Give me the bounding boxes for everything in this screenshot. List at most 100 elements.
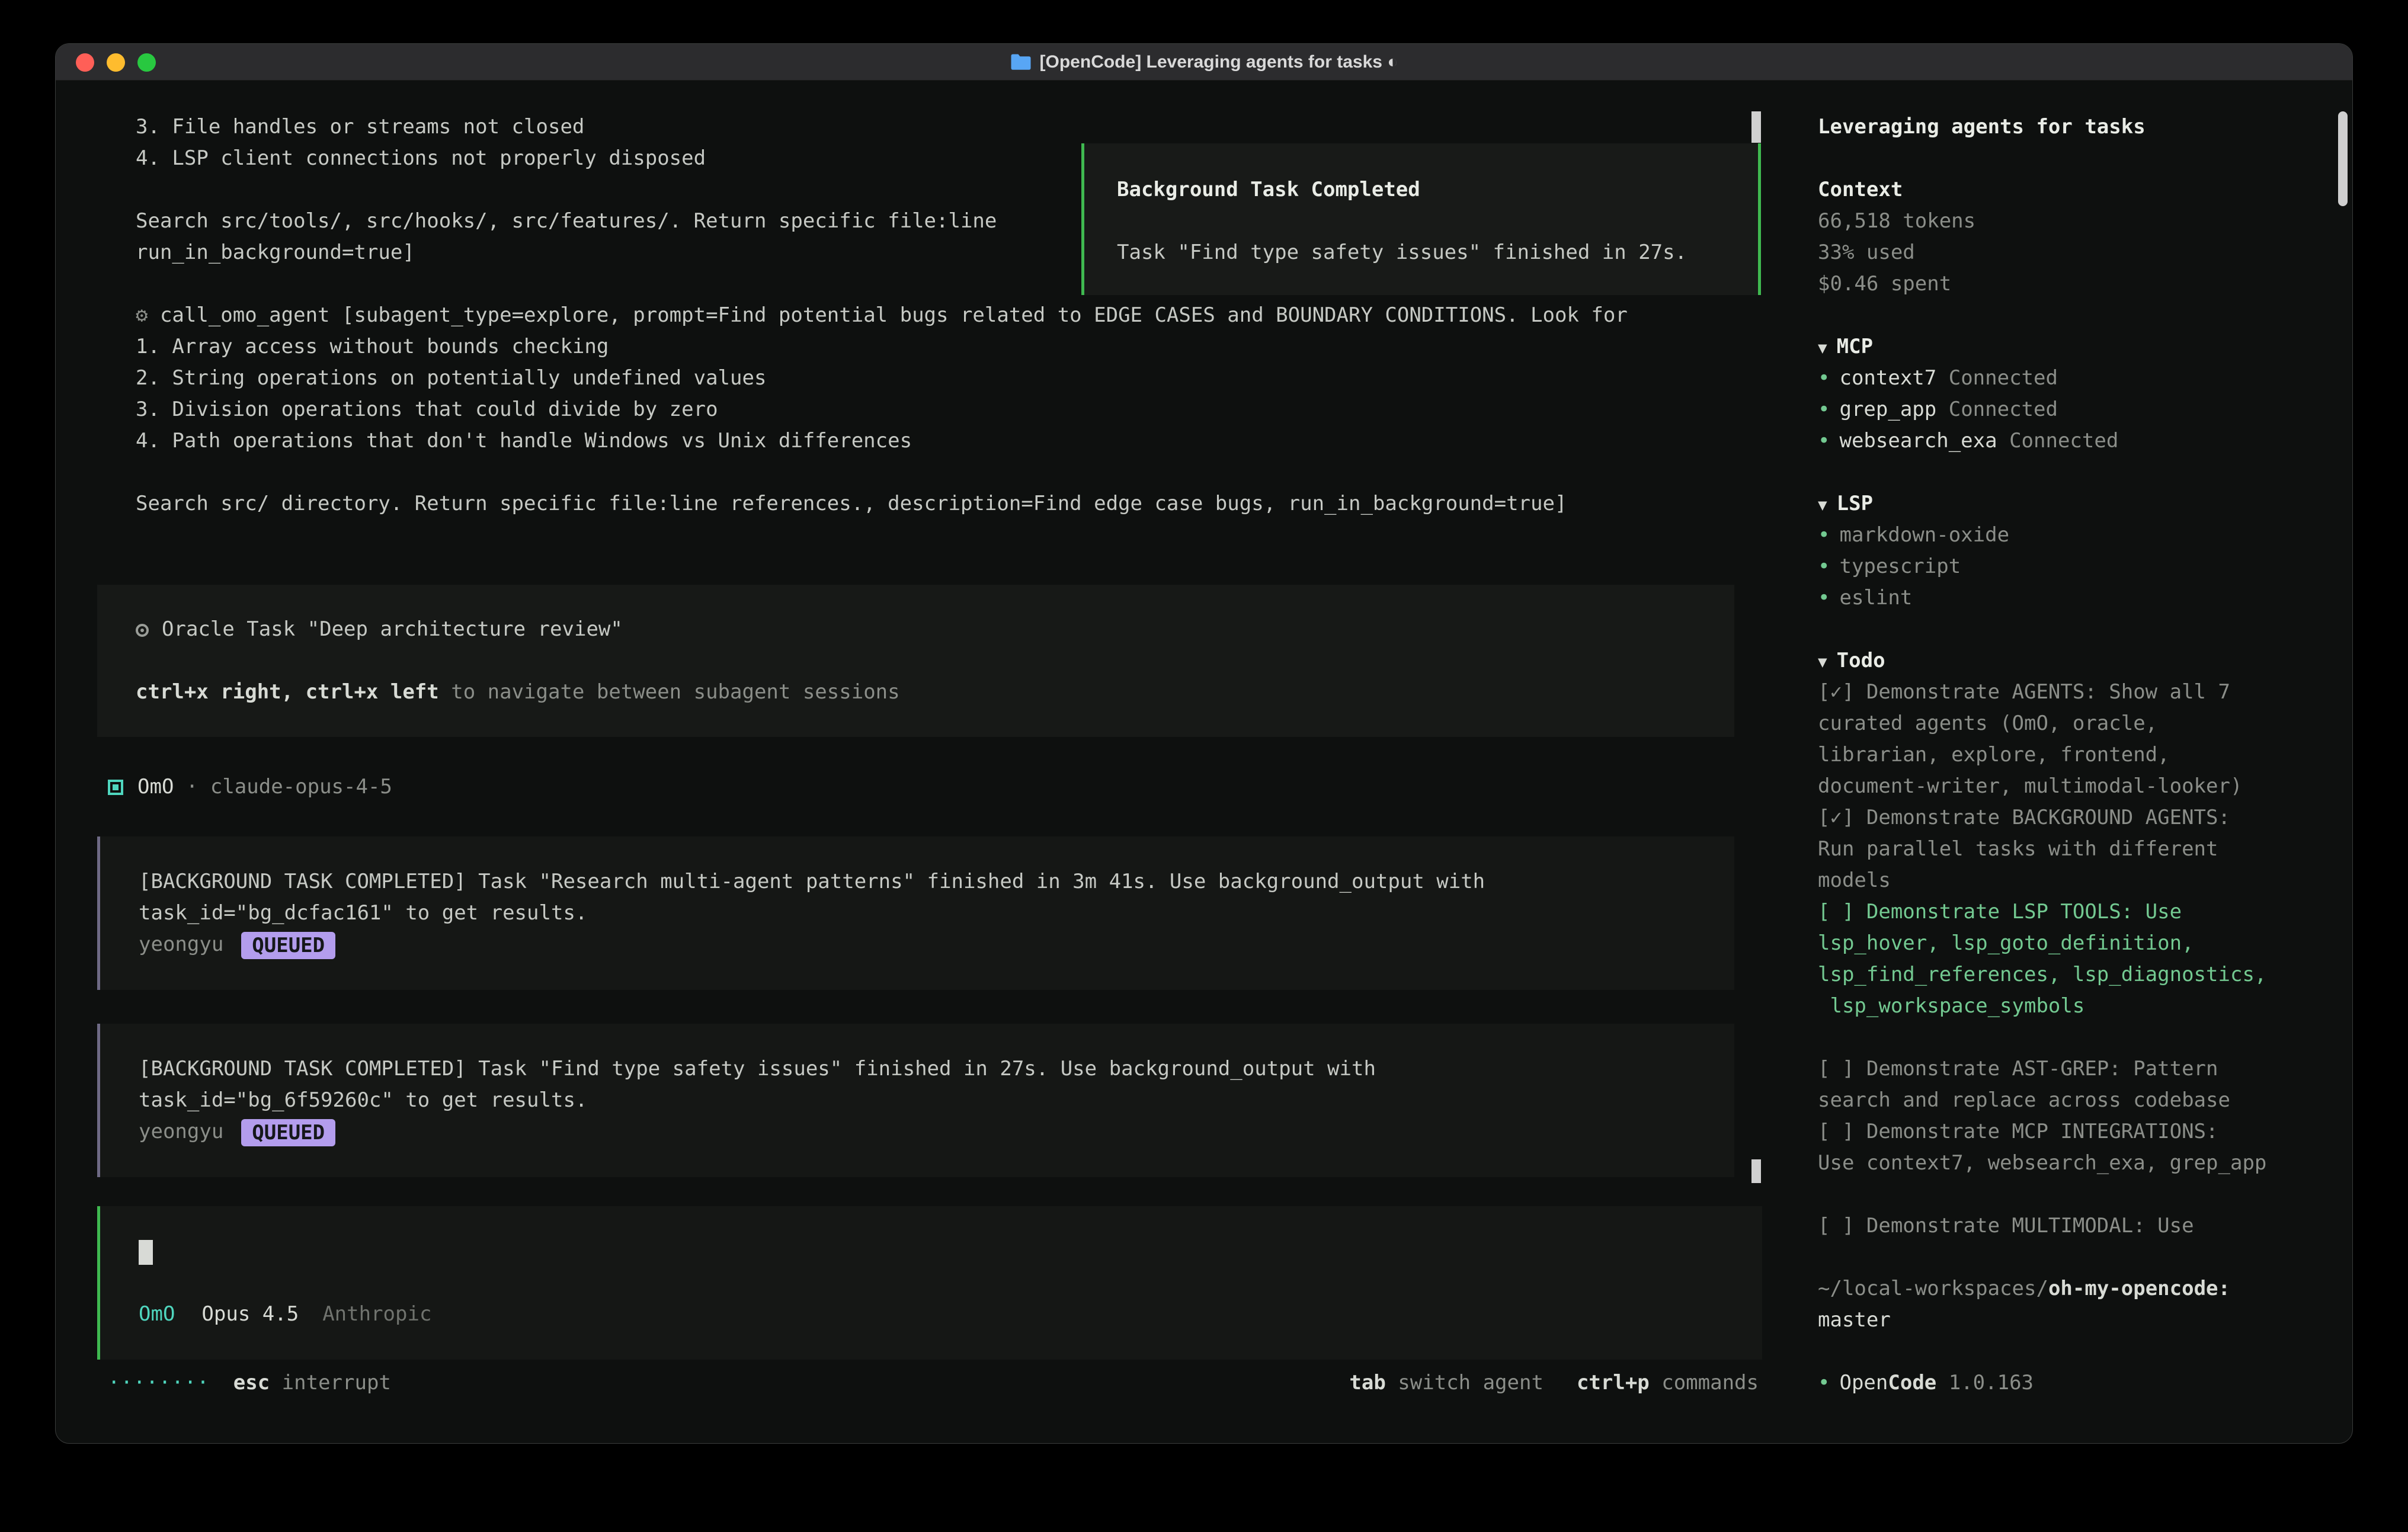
titlebar: [OpenCode] Leveraging agents for tasks ◐ [56,44,2352,81]
text-cursor [139,1240,153,1265]
session-title: Leveraging agents for tasks [1818,111,2352,143]
bullet-icon: • [1818,586,1830,610]
todo-line: models [1818,865,2352,896]
status-right: tab switch agent ctrl+p commands [1349,1367,1759,1399]
lsp-item-name: eslint [1839,586,1912,610]
todo-line: [ ] Demonstrate MCP INTEGRATIONS: [1818,1116,2352,1148]
mcp-item: •websearch_exa Connected [1818,425,2352,457]
scrollback-line: 1. Array access without bounds checking [136,331,1762,363]
context-heading: Context [1818,174,2352,206]
todo-line-active: lsp_workspace_symbols [1818,991,2352,1022]
todo-line: [ ] Demonstrate AST-GREP: Pattern [1818,1053,2352,1085]
lsp-section-header[interactable]: ▼LSP [1818,488,2352,520]
input-cursor-line [139,1236,1724,1267]
todo-line-active: lsp_find_references, lsp_diagnostics, [1818,959,2352,991]
window-title: [OpenCode] Leveraging agents for tasks ◐ [1010,52,1398,72]
todo-line: Run parallel tasks with different [1818,834,2352,865]
esc-key-label: interrupt [270,1367,391,1399]
lsp-item: • eslint [1818,582,2352,614]
scrollback-line [136,457,1762,488]
lsp-item-name: markdown-oxide [1839,523,2009,547]
oracle-icon [136,624,149,637]
chevron-down-icon: ▼ [1818,496,1827,514]
message-line: task_id="bg_6f59260c" to get results. [139,1085,1696,1116]
tool-call-text: call_omo_agent [subagent_type=explore, p… [148,303,1627,327]
lsp-item: •typescript [1818,551,2352,582]
mcp-item-status: Connected [1936,366,2058,390]
tool-call-line: ⚙ call_omo_agent [subagent_type=explore,… [136,300,1762,331]
agent-model [174,771,185,803]
todo-line: [✓] Demonstrate BACKGROUND AGENTS: [1818,802,2352,834]
toast-title: Background Task Completed [1117,174,1758,206]
toast-body: Task "Find type safety issues" finished … [1117,237,1758,268]
traffic-lights [76,44,156,81]
agent-name: OmO [137,771,174,803]
scrollback-line: 3. File handles or streams not closed [136,111,1762,143]
main-scrollbar-thumb[interactable] [1751,111,1761,143]
oracle-spacer [136,645,1696,677]
bullet-icon: • [1818,1371,1830,1395]
message-line: task_id="bg_dcfac161" to get results. [139,898,1696,929]
spinner-dots: ········ [108,1367,210,1399]
scrollback-line: Search src/ directory. Return specific f… [136,488,1762,520]
scrollback-line: 4. Path operations that don't handle Win… [136,425,1762,457]
oracle-task-title-line: Oracle Task "Deep architecture review" [136,614,1696,645]
todo-line: librarian, explore, frontend, [1818,739,2352,771]
prompt-input[interactable]: OmO Opus 4.5 Anthropic [97,1206,1762,1360]
mcp-item-name: grep_app [1839,398,1936,421]
queued-badge: QUEUED [241,932,335,959]
agent-icon [108,780,123,795]
bullet-icon: • [1818,523,1830,547]
message-meta: yeongyuQUEUED [139,929,1696,960]
bullet-icon: • [1818,555,1830,578]
minimize-button[interactable] [107,53,125,72]
app-name: Open [1839,1371,1888,1395]
background-task-toast[interactable]: Background Task Completed Task "Find typ… [1081,143,1761,295]
scrollback-line: 3. Division operations that could divide… [136,394,1762,425]
workspace-path: ~/local-workspaces/oh-my-opencode: [1818,1273,2352,1305]
todo-line-active: lsp_hover, lsp_goto_definition, [1818,928,2352,959]
oracle-task-panel[interactable]: Oracle Task "Deep architecture review" c… [97,585,1734,737]
window-title-text: [OpenCode] Leveraging agents for tasks ◐ [1040,52,1398,72]
todo-line: document-writer, multimodal-looker) [1818,771,2352,802]
terminal-window: [OpenCode] Leveraging agents for tasks ◐… [55,43,2353,1444]
mcp-item: •grep_app Connected [1818,394,2352,425]
mcp-item-name: websearch_exa [1839,429,1997,453]
gear-icon: ⚙ [136,303,148,327]
context-tokens: 66,518 tokens [1818,206,2352,237]
context-spent: $0.46 spent [1818,268,2352,300]
esc-key-hint: esc [233,1367,270,1399]
zoom-button[interactable] [137,53,156,72]
app-name-bold: Code [1888,1371,1936,1395]
message-line: [BACKGROUND TASK COMPLETED] Task "Find t… [139,1053,1696,1085]
tab-key-hint: tab [1349,1371,1385,1395]
mcp-item-status: Connected [1936,398,2058,421]
input-provider-name: Anthropic [322,1302,431,1326]
message-block: [BACKGROUND TASK COMPLETED] Task "Find t… [97,1024,1734,1177]
input-model-line: OmO Opus 4.5 Anthropic [139,1299,1724,1330]
version-line: •OpenCode 1.0.163 [1818,1367,2352,1399]
todo-line: [ ] Demonstrate MULTIMODAL: Use [1818,1210,2352,1242]
message-line: [BACKGROUND TASK COMPLETED] Task "Resear… [139,866,1696,898]
folder-icon [1010,53,1032,71]
mcp-section-header[interactable]: ▼MCP [1818,331,2352,363]
oracle-hint-keys: ctrl+x right, ctrl+x left [136,680,439,704]
chevron-down-icon: ▼ [1818,339,1827,357]
ctrlp-key-label: commands [1650,1371,1759,1395]
input-model-name: Opus 4.5 [201,1302,299,1326]
todo-line: [✓] Demonstrate AGENTS: Show all 7 [1818,677,2352,708]
sidebar-scrollbar-thumb[interactable] [2338,111,2348,206]
oracle-hint-text: to navigate between subagent sessions [439,680,900,704]
toast-spacer [1117,206,1758,237]
todo-section-header[interactable]: ▼Todo [1818,645,2352,677]
window-content: 3. File handles or streams not closed 4.… [56,81,2352,1443]
queued-badge: QUEUED [241,1119,335,1146]
tab-key-label: switch agent [1386,1371,1544,1395]
close-button[interactable] [76,53,94,72]
main-scrollbar-thumb[interactable] [1751,1159,1761,1183]
ctrlp-key-hint: ctrl+p [1577,1371,1650,1395]
input-spacer [139,1267,1724,1299]
input-agent-name: OmO [139,1302,175,1326]
lsp-item: • markdown-oxide [1818,520,2352,551]
chevron-down-icon: ▼ [1818,653,1827,671]
